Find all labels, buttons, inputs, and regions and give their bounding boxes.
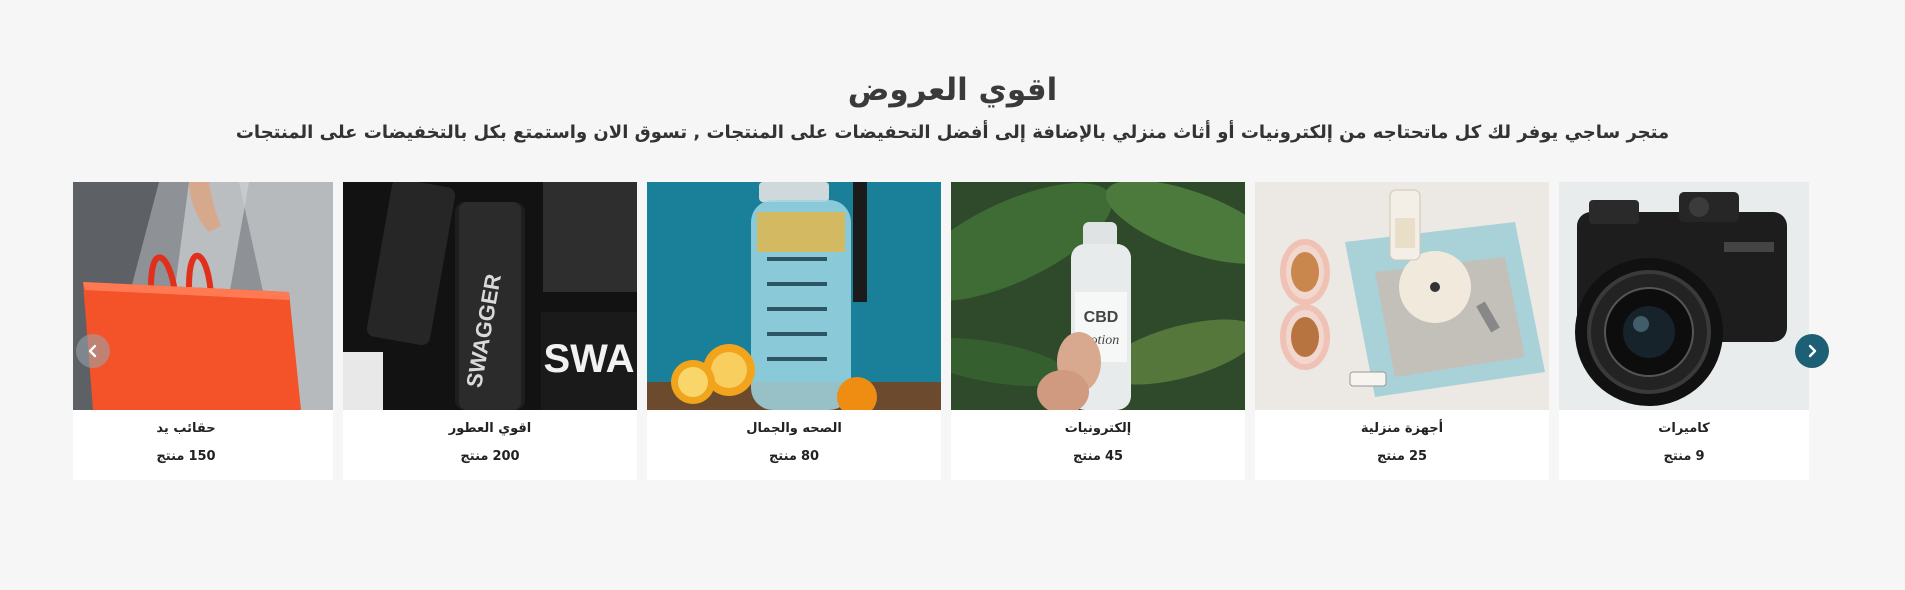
cbd-lotion-image: CBD Lotion [951, 182, 1245, 410]
section-subtitle: متجر ساجي يوفر لك كل ماتحتاجه من إلكترون… [235, 122, 1670, 143]
category-name: إلكترونيات [1064, 421, 1132, 436]
category-count: 9منتج [1663, 449, 1705, 464]
category-name: الصحه والجمال [746, 421, 842, 436]
category-count: 80منتج [768, 449, 820, 464]
category-card-handbags[interactable]: حقائب يد 150منتج [73, 182, 333, 480]
chevron-right-icon [1808, 344, 1817, 358]
chevron-left-icon [88, 344, 97, 358]
category-name: أجهزة منزلية [1360, 421, 1444, 436]
section-title: اقوي العروض [847, 72, 1058, 108]
svg-text:SWA: SWA [543, 337, 634, 381]
camera-image [1559, 182, 1809, 410]
offers-section: اقوي العروض متجر ساجي يوفر لك كل ماتحتاج… [0, 0, 1905, 590]
category-count: 25منتج [1376, 449, 1428, 464]
category-count: 200منتج [460, 449, 520, 464]
category-card-home-appliances[interactable]: أجهزة منزلية 25منتج [1255, 182, 1549, 480]
water-bottle-image [647, 182, 941, 410]
category-name: كاميرات [1658, 421, 1710, 436]
category-card-perfumes[interactable]: SWAGGER SWA اقوي العطور 200منتج [343, 182, 637, 480]
sunglasses-flatlay-image [1255, 182, 1549, 410]
category-count: 45منتج [1072, 449, 1124, 464]
category-carousel: كاميرات 9منتج أجهزة منزلية 25منتج CBD Lo… [73, 182, 1841, 480]
carousel-next-button[interactable] [1795, 334, 1829, 368]
carousel-track: كاميرات 9منتج أجهزة منزلية 25منتج CBD Lo… [73, 182, 1841, 480]
category-count: 150منتج [156, 449, 216, 464]
category-card-electronics[interactable]: CBD Lotion إلكترونيات 45منتج [951, 182, 1245, 480]
perfume-bottles-image: SWAGGER SWA [343, 182, 637, 410]
category-name: حقائب يد [156, 421, 216, 436]
shopping-bag-image [73, 182, 333, 410]
category-name: اقوي العطور [448, 421, 532, 436]
svg-text:CBD: CBD [1084, 309, 1119, 326]
category-card-health-beauty[interactable]: الصحه والجمال 80منتج [647, 182, 941, 480]
carousel-prev-button[interactable] [76, 334, 110, 368]
category-card-cameras[interactable]: كاميرات 9منتج [1559, 182, 1809, 480]
